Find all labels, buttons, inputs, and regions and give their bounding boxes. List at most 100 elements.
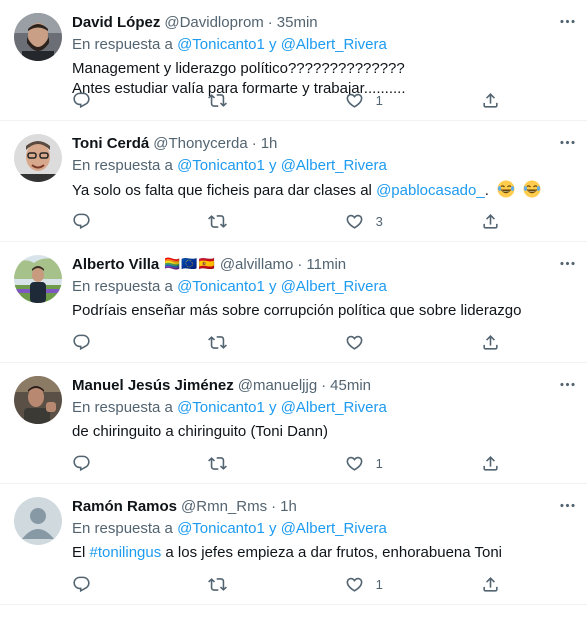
author-name[interactable]: Ramón Ramos [72,498,177,515]
reply-prefix: En respuesta a [72,278,173,295]
like-count: 1 [375,576,383,592]
mention-link[interactable]: @Tonicanto1 [177,278,265,295]
reply-and: y [269,36,277,53]
tweet-time[interactable]: 35min [277,14,318,31]
mention-link[interactable]: @Albert_Rivera [281,36,387,53]
tweet[interactable]: Alberto Villa 🏳️‍🌈🇪🇺🇪🇸 @alvillamo · 11mi… [0,242,587,363]
share-button[interactable] [481,91,501,110]
reply-and: y [269,157,277,174]
author-handle[interactable]: @Thonycerda [153,135,247,152]
share-button[interactable] [481,333,501,352]
like-button[interactable]: 1 [345,454,405,473]
retweet-button[interactable] [208,454,268,473]
author-handle[interactable]: @Rmn_Rms [181,498,267,515]
reply-icon [72,454,91,473]
reply-button[interactable] [72,575,132,594]
like-count: 3 [375,213,383,229]
tweet-text: Podríais enseñar más sobre corrupción po… [72,301,571,321]
avatar[interactable] [14,134,62,182]
author-handle[interactable]: @Davidloprom [164,14,263,31]
reply-prefix: En respuesta a [72,157,173,174]
tweet-time[interactable]: 11min [306,256,346,273]
tweet-time[interactable]: 45min [330,377,371,394]
mention-link[interactable]: @Tonicanto1 [177,36,265,53]
like-icon [345,91,364,110]
like-icon [345,212,364,231]
flags-emoji: 🏳️‍🌈🇪🇺🇪🇸 [164,256,216,271]
like-count: 1 [375,455,383,471]
tweet[interactable]: Manuel Jesús Jiménez @manueljjg · 45min … [0,363,587,484]
like-button[interactable]: 1 [345,575,405,594]
like-button[interactable]: 3 [345,212,405,231]
more-icon[interactable] [557,377,577,391]
share-button[interactable] [481,575,501,594]
retweet-icon [208,575,227,594]
hashtag-link[interactable]: #tonilingus [90,544,162,561]
reply-context: En respuesta a @Tonicanto1 y @Albert_Riv… [72,157,571,177]
tweet[interactable]: David López @Davidloprom · 35min En resp… [0,0,587,121]
tweet-time[interactable]: 1h [261,135,278,152]
author-handle[interactable]: @manueljjg [238,377,317,394]
tweet-text-line: Management y liderazgo político?????????… [72,60,405,77]
mention-link[interactable]: @Albert_Rivera [281,278,387,295]
tweet[interactable]: Ramón Ramos @Rmn_Rms · 1h En respuesta a… [0,484,587,605]
mention-link[interactable]: @Tonicanto1 [177,399,265,416]
avatar[interactable] [14,255,62,303]
share-icon [481,333,500,352]
author-name[interactable]: Alberto Villa [72,256,159,273]
reply-prefix: En respuesta a [72,399,173,416]
mention-link[interactable]: @Albert_Rivera [281,157,387,174]
share-icon [481,575,500,594]
tweet-text-line: Podríais enseñar más sobre corrupción po… [72,302,522,319]
like-icon [345,575,364,594]
like-icon [345,454,364,473]
like-button[interactable]: 1 [345,91,405,110]
reply-button[interactable] [72,454,132,473]
reply-and: y [269,520,277,537]
avatar[interactable] [14,497,62,545]
share-icon [481,212,500,231]
author-name[interactable]: Manuel Jesús Jiménez [72,377,234,394]
retweet-button[interactable] [208,333,268,352]
mention-link[interactable]: @Tonicanto1 [177,157,265,174]
separator-dot: · [267,13,273,31]
mention-link[interactable]: @pablocasado_ [376,182,485,199]
tweet-text: El #tonilingus a los jefes empieza a dar… [72,543,571,563]
author-name[interactable]: Toni Cerdá [72,135,149,152]
retweet-button[interactable] [208,575,268,594]
reply-button[interactable] [72,212,132,231]
action-bar: 1 [72,574,501,594]
tweet-text-part: a los jefes empieza a dar frutos, enhora… [165,544,503,561]
more-icon[interactable] [557,14,577,28]
avatar[interactable] [14,376,62,424]
reply-and: y [269,278,277,295]
reply-feed: David López @Davidloprom · 35min En resp… [0,0,587,605]
more-icon[interactable] [557,256,577,270]
reply-prefix: En respuesta a [72,36,173,53]
author-name[interactable]: David López [72,14,160,31]
mention-link[interactable]: @Tonicanto1 [177,520,265,537]
separator-dot: · [297,255,303,273]
action-bar: 1 [72,90,501,110]
reply-button[interactable] [72,333,132,352]
mention-link[interactable]: @Albert_Rivera [281,399,387,416]
retweet-button[interactable] [208,212,268,231]
more-icon[interactable] [557,498,577,512]
retweet-icon [208,454,227,473]
reply-context: En respuesta a @Tonicanto1 y @Albert_Riv… [72,520,571,540]
like-button[interactable] [345,333,405,352]
tweet-time[interactable]: 1h [280,498,297,515]
more-icon[interactable] [557,135,577,149]
separator-dot: · [271,497,277,515]
retweet-button[interactable] [208,91,268,110]
share-button[interactable] [481,454,501,473]
share-button[interactable] [481,212,501,231]
avatar[interactable] [14,13,62,61]
action-bar: 1 [72,453,501,473]
tweet[interactable]: Toni Cerdá @Thonycerda · 1h En respuesta… [0,121,587,242]
author-handle[interactable]: @alvillamo [220,256,294,273]
retweet-icon [208,333,227,352]
reply-button[interactable] [72,91,132,110]
mention-link[interactable]: @Albert_Rivera [281,520,387,537]
action-bar [72,332,501,352]
